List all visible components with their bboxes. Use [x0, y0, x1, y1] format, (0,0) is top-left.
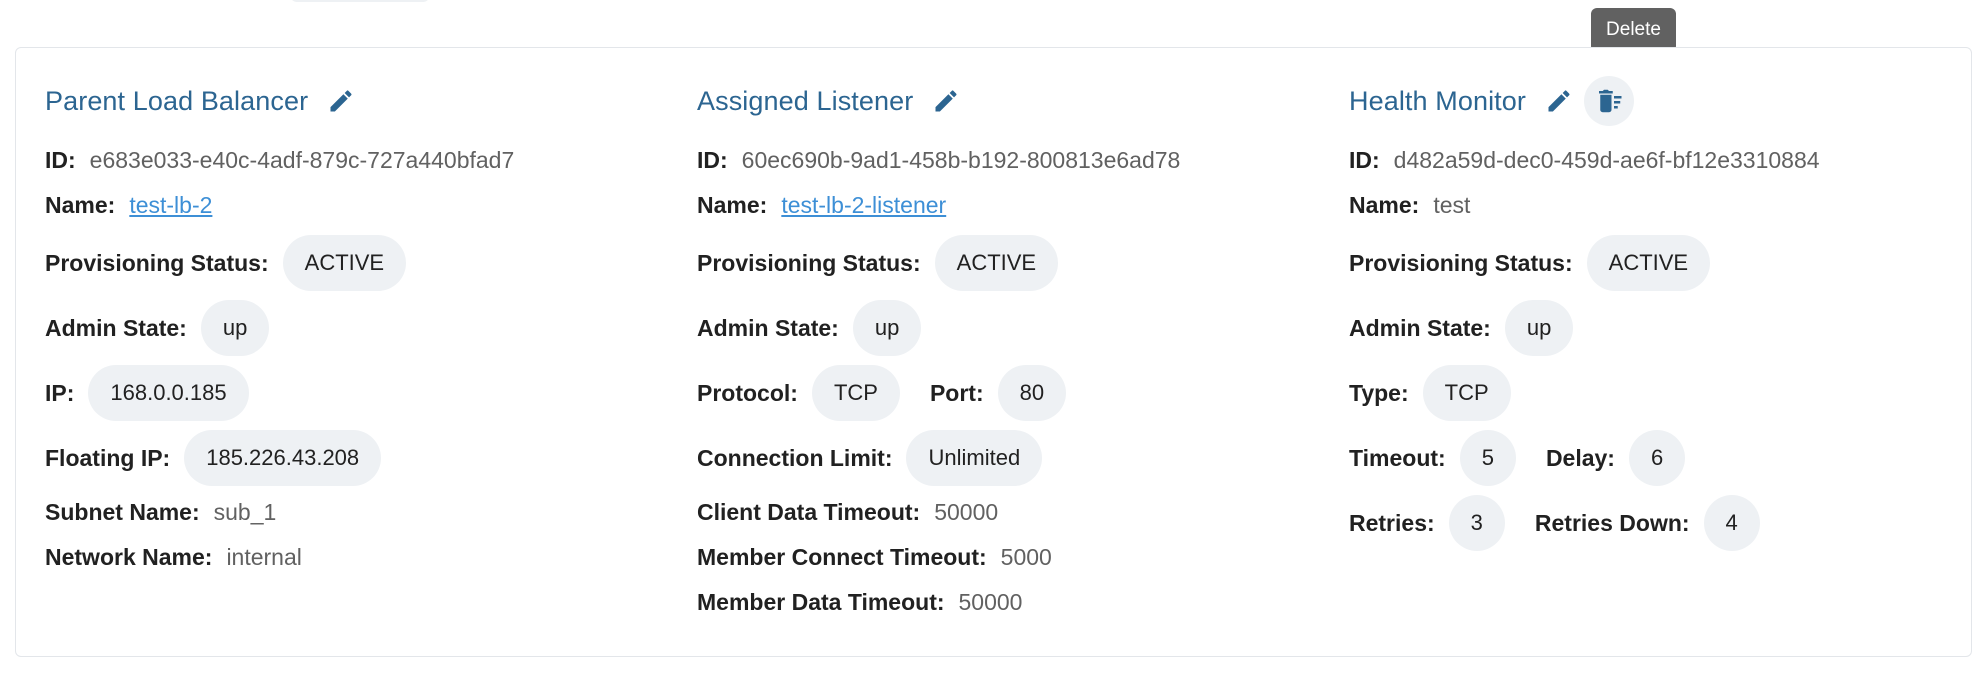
- lb-subnet-label: Subnet Name:: [45, 499, 200, 525]
- listener-port-chip: 80: [997, 365, 1067, 421]
- listener-member-data-label: Member Data Timeout:: [697, 589, 945, 615]
- listener-provisioning-row: Provisioning Status: ACTIVE: [697, 235, 1059, 291]
- hm-timeout-row: Timeout: 5 Delay: 6: [1349, 430, 1686, 486]
- hm-timeout-chip: 5: [1459, 430, 1516, 486]
- listener-connection-limit-label: Connection Limit:: [697, 444, 893, 471]
- listener-member-connect-label: Member Connect Timeout:: [697, 544, 987, 570]
- listener-connection-limit-chip: Unlimited: [906, 430, 1043, 486]
- hm-id-label: ID:: [1349, 147, 1380, 173]
- load-balancer-title: Parent Load Balancer: [45, 85, 309, 116]
- lb-provisioning-row: Provisioning Status: ACTIVE: [45, 235, 407, 291]
- delete-tooltip: Delete: [1591, 8, 1676, 52]
- listener-provisioning-label: Provisioning Status:: [697, 249, 921, 276]
- hm-retries-row: Retries: 3 Retries Down: 4: [1349, 495, 1760, 551]
- listener-id-label: ID:: [697, 147, 728, 173]
- hm-name-value: test: [1433, 192, 1471, 218]
- listener-id-value: 60ec690b-9ad1-458b-b192-800813e6ad78: [741, 147, 1181, 173]
- listener-member-connect-value: 5000: [1000, 544, 1052, 570]
- health-monitor-header: Health Monitor: [1349, 76, 1634, 126]
- lb-id-label: ID:: [45, 147, 76, 173]
- listener-client-timeout-row: Client Data Timeout: 50000: [697, 499, 998, 526]
- lb-subnet-row: Subnet Name: sub_1: [45, 499, 276, 526]
- hm-type-chip: TCP: [1422, 365, 1511, 421]
- lb-ip-row: IP: 168.0.0.185: [45, 365, 249, 421]
- hm-provisioning-row: Provisioning Status: ACTIVE: [1349, 235, 1711, 291]
- listener-client-timeout-label: Client Data Timeout:: [697, 499, 921, 525]
- edit-load-balancer-button[interactable]: [316, 76, 366, 126]
- hm-name-label: Name:: [1349, 192, 1420, 218]
- health-monitor-title: Health Monitor: [1349, 85, 1526, 116]
- lb-network-value: internal: [226, 544, 302, 570]
- listener-admin-state-row: Admin State: up: [697, 300, 922, 356]
- delete-health-monitor-button[interactable]: [1583, 76, 1634, 126]
- listener-provisioning-chip: ACTIVE: [934, 235, 1059, 291]
- lb-floating-ip-chip: 185.226.43.208: [184, 430, 382, 486]
- lb-ip-label: IP:: [45, 379, 75, 406]
- hm-provisioning-chip: ACTIVE: [1586, 235, 1711, 291]
- lb-admin-state-label: Admin State:: [45, 314, 187, 341]
- edit-health-monitor-button[interactable]: [1534, 76, 1584, 126]
- lb-admin-state-chip: up: [200, 300, 270, 356]
- lb-provisioning-chip: ACTIVE: [282, 235, 407, 291]
- lb-floating-ip-label: Floating IP:: [45, 444, 171, 471]
- lb-network-label: Network Name:: [45, 544, 213, 570]
- details-card: Parent Load Balancer ID: e683e033-e40c-4…: [15, 47, 1972, 657]
- lb-name-link[interactable]: test-lb-2: [129, 192, 212, 219]
- hm-admin-state-chip: up: [1504, 300, 1574, 356]
- listener-admin-state-label: Admin State:: [697, 314, 839, 341]
- listener-protocol-label: Protocol:: [697, 379, 798, 406]
- listener-title: Assigned Listener: [697, 85, 914, 116]
- listener-header: Assigned Listener: [697, 81, 971, 121]
- pencil-edit-icon: [935, 90, 957, 112]
- lb-subnet-value: sub_1: [213, 499, 277, 525]
- lb-admin-state-row: Admin State: up: [45, 300, 270, 356]
- hm-retries-down-label: Retries Down:: [1534, 509, 1690, 536]
- lb-floating-ip-row: Floating IP: 185.226.43.208: [45, 430, 382, 486]
- listener-name-link[interactable]: test-lb-2-listener: [781, 192, 946, 219]
- hm-timeout-label: Timeout:: [1349, 444, 1446, 471]
- listener-member-connect-row: Member Connect Timeout: 5000: [697, 544, 1052, 571]
- load-balancer-header: Parent Load Balancer: [45, 81, 366, 121]
- listener-name-label: Name:: [697, 192, 768, 218]
- top-chip-stub: [290, 0, 430, 2]
- lb-provisioning-label: Provisioning Status:: [45, 249, 269, 276]
- listener-name-row: Name: test-lb-2-listener: [697, 192, 946, 219]
- pencil-edit-icon: [330, 90, 352, 112]
- listener-protocol-chip: TCP: [811, 365, 900, 421]
- hm-retries-label: Retries:: [1349, 509, 1435, 536]
- listener-admin-state-chip: up: [852, 300, 922, 356]
- hm-type-row: Type: TCP: [1349, 365, 1511, 421]
- hm-admin-state-row: Admin State: up: [1349, 300, 1574, 356]
- hm-retries-down-chip: 4: [1703, 495, 1760, 551]
- lb-id-value: e683e033-e40c-4adf-879c-727a440bfad7: [89, 147, 515, 173]
- hm-id-value: d482a59d-dec0-459d-ae6f-bf12e3310884: [1393, 147, 1820, 173]
- hm-name-row: Name: test: [1349, 192, 1470, 219]
- hm-provisioning-label: Provisioning Status:: [1349, 249, 1573, 276]
- listener-member-data-row: Member Data Timeout: 50000: [697, 589, 1022, 616]
- pencil-edit-icon: [1548, 90, 1570, 112]
- listener-port-label: Port:: [929, 379, 984, 406]
- listener-connection-limit-row: Connection Limit: Unlimited: [697, 430, 1043, 486]
- trash-delete-icon: [1598, 89, 1622, 113]
- lb-id-row: ID: e683e033-e40c-4adf-879c-727a440bfad7: [45, 147, 514, 174]
- lb-name-label: Name:: [45, 192, 116, 218]
- hm-delay-chip: 6: [1628, 430, 1686, 486]
- lb-name-row: Name: test-lb-2: [45, 192, 212, 219]
- listener-id-row: ID: 60ec690b-9ad1-458b-b192-800813e6ad78: [697, 147, 1180, 174]
- edit-listener-button[interactable]: [921, 76, 971, 126]
- hm-retries-chip: 3: [1448, 495, 1505, 551]
- hm-type-label: Type:: [1349, 379, 1409, 406]
- hm-id-row: ID: d482a59d-dec0-459d-ae6f-bf12e3310884: [1349, 147, 1820, 174]
- listener-client-timeout-value: 50000: [934, 499, 999, 525]
- listener-member-data-value: 50000: [958, 589, 1023, 615]
- hm-delay-label: Delay:: [1545, 444, 1615, 471]
- listener-protocol-row: Protocol: TCP Port: 80: [697, 365, 1067, 421]
- lb-network-row: Network Name: internal: [45, 544, 302, 571]
- lb-ip-chip: 168.0.0.185: [88, 365, 249, 421]
- hm-admin-state-label: Admin State:: [1349, 314, 1491, 341]
